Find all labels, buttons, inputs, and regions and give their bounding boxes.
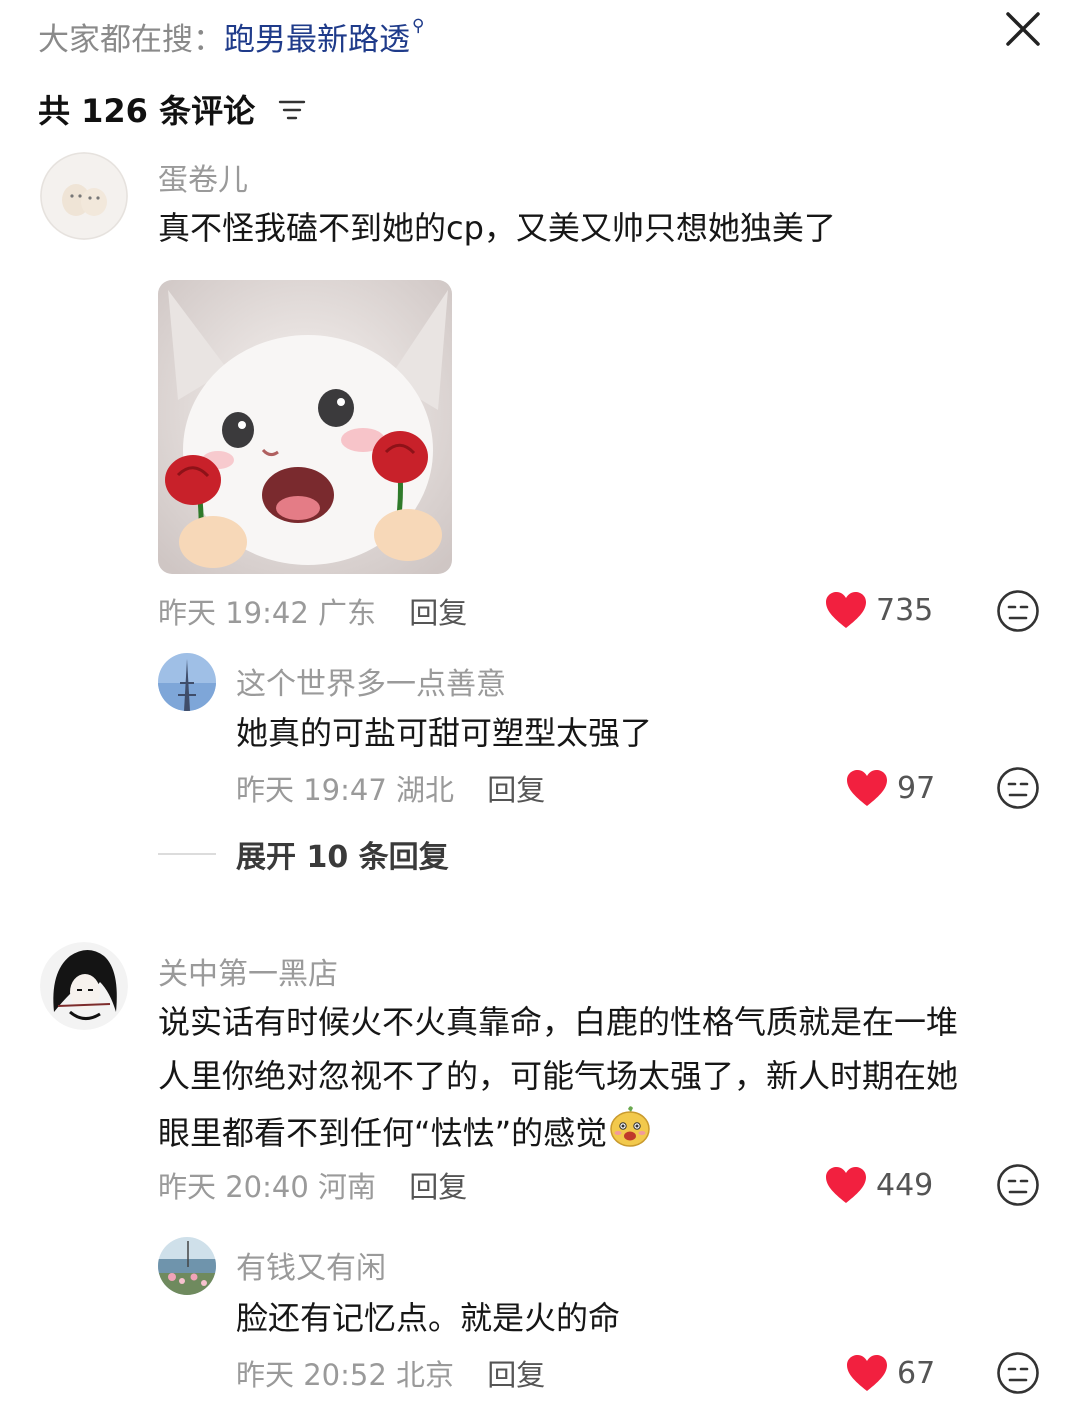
like-button[interactable]: 735 [824,590,933,630]
reply-location: 北京 [396,1358,455,1392]
sort-icon[interactable] [278,91,306,129]
reply-button[interactable]: 回复 [487,773,545,807]
like-count: 97 [897,770,936,806]
comment-meta: 昨天 19:42 广东 回复 [158,590,467,632]
comment-location: 河南 [318,1170,377,1204]
like-count: 735 [876,592,934,628]
reply-text: 脸还有记忆点。就是火的命 [236,1299,621,1337]
like-button[interactable]: 67 [845,1353,935,1393]
avatar[interactable] [40,152,128,240]
reply-username[interactable]: 这个世界多一点善意 [236,659,506,703]
comment-location: 广东 [318,596,377,630]
heart-icon [826,1167,866,1203]
comment-count: 共 126 条评论 [38,86,306,132]
reply-avatar[interactable] [158,653,216,711]
avatar[interactable] [40,942,128,1030]
reply-avatar[interactable] [158,1237,216,1295]
neutral-face-icon[interactable] [996,766,1040,814]
comment-username[interactable]: 蛋卷儿 [158,155,248,199]
neutral-face-icon[interactable] [996,1351,1040,1399]
expand-replies-label: 展开 10 条回复 [236,840,449,875]
neutral-face-icon[interactable] [996,1163,1040,1211]
heart-icon [847,1355,887,1391]
reply-meta: 昨天 20:52 北京 回复 [236,1352,545,1394]
reply-time: 昨天 19:47 [236,773,387,807]
neutral-face-icon[interactable] [996,589,1040,637]
sticker-image[interactable] [158,280,452,574]
comment-username[interactable]: 关中第一黑店 [158,949,338,993]
search-suggestion[interactable]: 大家都在搜：跑男最新路透 ⚲ [38,14,424,59]
like-count: 449 [876,1167,934,1203]
close-icon[interactable] [1000,6,1046,52]
like-count: 67 [897,1355,936,1391]
comment-text-line: 眼里都看不到任何“怯怯”的感觉 [158,1114,608,1152]
reply-button[interactable]: 回复 [487,1358,545,1392]
comment-text: 真不怪我磕不到她的cp，又美又帅只想她独美了 [158,209,836,247]
like-button[interactable]: 97 [845,768,935,808]
comment-text: 说实话有时候火不火真靠命，白鹿的性格气质就是在一堆 人里你绝对忽视不了的，可能气… [158,995,1038,1163]
comment-time: 昨天 19:42 [158,596,309,630]
like-button[interactable]: 449 [824,1165,933,1205]
search-prefix: 大家都在搜： [38,22,224,58]
comment-count-label: 共 126 条评论 [38,92,256,130]
comment-time: 昨天 20:40 [158,1170,309,1204]
reply-meta: 昨天 19:47 湖北 回复 [236,767,545,809]
reply-username[interactable]: 有钱又有闲 [236,1243,386,1287]
comment-text-line: 说实话有时候火不火真靠命，白鹿的性格气质就是在一堆 [158,1003,959,1041]
reply-text: 她真的可盐可甜可塑型太强了 [236,714,653,752]
search-term[interactable]: 跑男最新路透 [224,22,410,58]
heart-icon [826,592,866,628]
search-icon: ⚲ [412,16,425,36]
emoji-icon [609,1103,651,1163]
reply-location: 湖北 [396,773,455,807]
divider [158,853,216,855]
comment-text-line-last: 眼里都看不到任何“怯怯”的感觉 [158,1103,1038,1163]
reply-button[interactable]: 回复 [409,1170,467,1204]
heart-icon [847,770,887,806]
reply-button[interactable]: 回复 [409,596,467,630]
reply-time: 昨天 20:52 [236,1358,387,1392]
comment-meta: 昨天 20:40 河南 回复 [158,1164,467,1206]
comment-text-line: 人里你绝对忽视不了的，可能气场太强了，新人时期在她 [158,1057,959,1095]
expand-replies-button[interactable]: 展开 10 条回复 [158,832,449,876]
